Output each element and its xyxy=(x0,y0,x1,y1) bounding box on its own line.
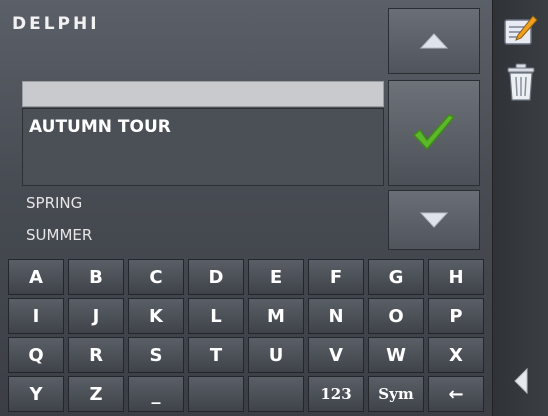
side-panel xyxy=(492,0,548,416)
key-v[interactable]: V xyxy=(308,337,364,373)
key-h[interactable]: H xyxy=(428,259,484,295)
arrow-up-icon xyxy=(420,33,448,49)
key-space[interactable]: _ xyxy=(128,376,184,412)
key-y[interactable]: Y xyxy=(8,376,64,412)
key-a[interactable]: A xyxy=(8,259,64,295)
key-symbols[interactable]: Sym xyxy=(368,376,424,412)
edit-icon[interactable] xyxy=(503,14,539,52)
list-item[interactable]: SPRING xyxy=(26,194,82,212)
key-s[interactable]: S xyxy=(128,337,184,373)
key-x[interactable]: X xyxy=(428,337,484,373)
on-screen-keyboard: A B C D E F G H I J K L M N O P Q R S T … xyxy=(0,257,492,416)
key-c[interactable]: C xyxy=(128,259,184,295)
key-w[interactable]: W xyxy=(368,337,424,373)
key-blank-2[interactable] xyxy=(248,376,304,412)
key-z[interactable]: Z xyxy=(68,376,124,412)
key-n[interactable]: N xyxy=(308,298,364,334)
back-triangle-icon[interactable] xyxy=(513,367,529,398)
trash-icon[interactable] xyxy=(503,62,539,106)
main-area: DELPHI AUTUMN TOUR SPRING SUMMER A B C D… xyxy=(0,0,492,416)
key-q[interactable]: Q xyxy=(8,337,64,373)
key-u[interactable]: U xyxy=(248,337,304,373)
key-i[interactable]: I xyxy=(8,298,64,334)
key-backspace[interactable]: ← xyxy=(428,376,484,412)
name-input[interactable] xyxy=(22,81,384,107)
key-numbers[interactable]: 123 xyxy=(308,376,364,412)
key-b[interactable]: B xyxy=(68,259,124,295)
checkmark-icon xyxy=(413,114,455,150)
key-p[interactable]: P xyxy=(428,298,484,334)
key-l[interactable]: L xyxy=(188,298,244,334)
key-r[interactable]: R xyxy=(68,337,124,373)
brand-logo: DELPHI xyxy=(12,14,100,34)
key-m[interactable]: M xyxy=(248,298,304,334)
key-o[interactable]: O xyxy=(368,298,424,334)
confirm-button[interactable] xyxy=(388,80,480,186)
list-item-selected[interactable]: AUTUMN TOUR xyxy=(22,108,384,186)
key-k[interactable]: K xyxy=(128,298,184,334)
key-j[interactable]: J xyxy=(68,298,124,334)
key-blank-1[interactable] xyxy=(188,376,244,412)
key-d[interactable]: D xyxy=(188,259,244,295)
list-item[interactable]: SUMMER xyxy=(26,226,92,244)
arrow-down-icon xyxy=(420,212,448,228)
key-e[interactable]: E xyxy=(248,259,304,295)
scroll-up-button[interactable] xyxy=(388,8,480,74)
key-f[interactable]: F xyxy=(308,259,364,295)
selected-item-label: AUTUMN TOUR xyxy=(29,117,171,137)
key-t[interactable]: T xyxy=(188,337,244,373)
scroll-down-button[interactable] xyxy=(388,190,480,250)
key-g[interactable]: G xyxy=(368,259,424,295)
